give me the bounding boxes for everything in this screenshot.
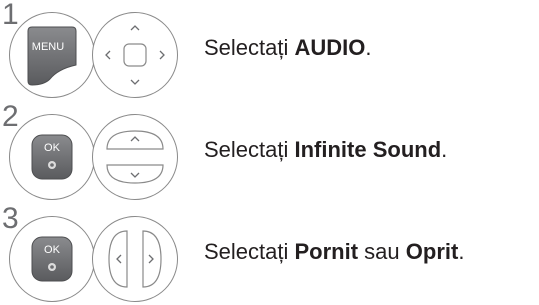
ok-button-frame: OK: [9, 114, 95, 200]
ok-button-icon: [31, 134, 73, 180]
left-right-pad-frame: [92, 216, 178, 302]
ok-button-label: OK: [44, 142, 60, 154]
step-1: 1 MENU Selectați AUDIO.: [0, 0, 539, 100]
instruction-suffix: .: [458, 239, 465, 264]
ok-button-icon: [31, 236, 73, 282]
instruction-prefix: Selectați: [204, 239, 295, 264]
up-down-buttons-icon: [106, 130, 164, 184]
left-right-buttons-icon: [108, 230, 162, 288]
instruction-middle: sau: [358, 239, 406, 264]
step-1-instruction: Selectați AUDIO.: [204, 35, 372, 61]
menu-button-frame: MENU: [9, 12, 95, 98]
menu-button-label: MENU: [31, 41, 65, 53]
navigation-pad-icon: [105, 25, 165, 85]
step-2: 2 OK Selectați Infinite Sound.: [0, 100, 539, 202]
menu-button-icon: [27, 26, 77, 86]
instruction-prefix: Selectați: [204, 137, 295, 162]
instruction-highlight: Pornit: [294, 239, 359, 264]
instruction-highlight: Infinite Sound: [294, 137, 442, 162]
instruction-highlight: AUDIO: [294, 35, 366, 60]
instruction-prefix: Selectați: [204, 35, 295, 60]
step-3-instruction: Selectați Pornit sau Oprit.: [204, 239, 464, 265]
step-2-instruction: Selectați Infinite Sound.: [204, 137, 447, 163]
ok-button-frame: OK: [9, 216, 95, 302]
instruction-highlight-2: Oprit: [405, 239, 459, 264]
ok-button-label: OK: [44, 244, 60, 256]
navigation-pad-frame: [92, 12, 178, 98]
instruction-suffix: .: [365, 35, 372, 60]
step-3: 3 OK Selectați Pornit sau Oprit.: [0, 202, 539, 304]
instruction-suffix: .: [441, 137, 448, 162]
up-down-pad-frame: [92, 114, 178, 200]
